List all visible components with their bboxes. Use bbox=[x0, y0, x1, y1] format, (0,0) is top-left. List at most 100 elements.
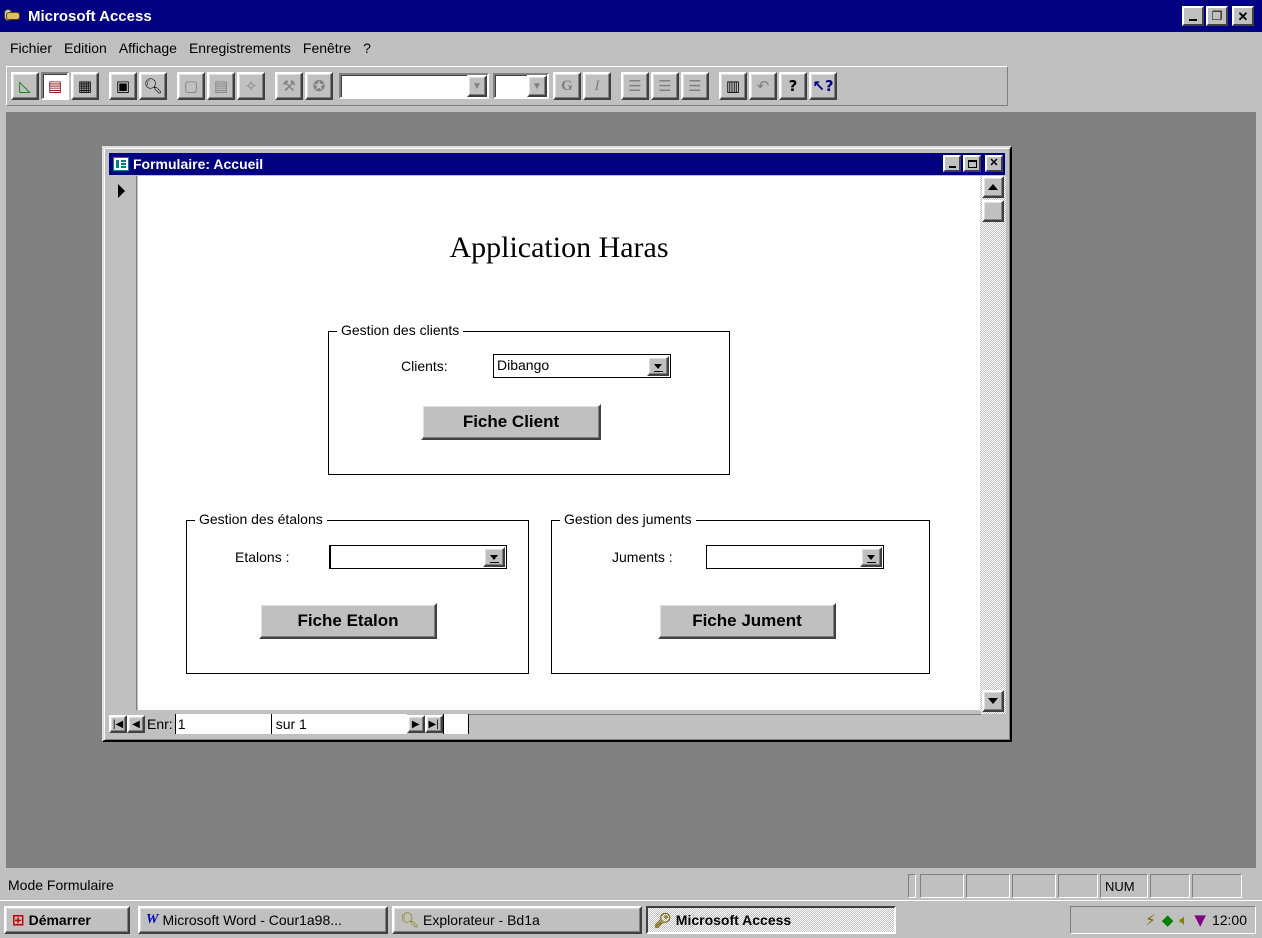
datasheet-view-icon[interactable]: ▦ bbox=[71, 72, 99, 100]
save-icon[interactable]: ▣ bbox=[109, 72, 137, 100]
dropdown-arrow-icon[interactable] bbox=[483, 547, 505, 567]
plug-icon[interactable]: ⚡ bbox=[1145, 911, 1156, 929]
status-indicator bbox=[1058, 874, 1098, 898]
italic-button[interactable]: I bbox=[583, 72, 611, 100]
num-lock-indicator: NUM bbox=[1100, 874, 1148, 898]
fiche-client-button[interactable]: Fiche Client bbox=[421, 404, 601, 440]
align-right-icon[interactable]: ☰ bbox=[681, 72, 709, 100]
maximize-icon[interactable] bbox=[963, 155, 981, 172]
taskbar-item-word[interactable]: W Microsoft Word - Cour1a98... bbox=[138, 906, 388, 934]
taskbar-item-label: Microsoft Access bbox=[675, 912, 792, 928]
status-indicator bbox=[1192, 874, 1242, 898]
align-center-icon[interactable]: ☰ bbox=[651, 72, 679, 100]
status-bar: Mode Formulaire NUM bbox=[0, 870, 1262, 900]
dropdown-arrow-icon[interactable] bbox=[860, 547, 882, 567]
minimize-icon[interactable] bbox=[1182, 6, 1204, 26]
clients-combo[interactable]: Dibango bbox=[493, 354, 671, 378]
vertical-scrollbar[interactable] bbox=[980, 176, 1006, 714]
juments-group: Gestion des juments Juments : Fiche Jume… bbox=[551, 511, 930, 674]
start-button[interactable]: ⊞ Démarrer bbox=[4, 906, 130, 934]
dropdown-arrow-icon[interactable] bbox=[647, 356, 669, 376]
record-selector[interactable] bbox=[109, 176, 137, 710]
speaker-icon[interactable]: 🔈︎ bbox=[1179, 911, 1188, 929]
font-size-combo[interactable]: ▼ bbox=[493, 73, 549, 99]
form-detail-section: Application Haras Gestion des clients Cl… bbox=[138, 176, 980, 710]
status-indicator bbox=[1012, 874, 1056, 898]
status-text: Mode Formulaire bbox=[8, 877, 114, 893]
last-record-icon[interactable]: ▶| bbox=[424, 715, 443, 733]
next-record-icon[interactable]: ▶ bbox=[406, 715, 425, 733]
bold-button[interactable]: G bbox=[553, 72, 581, 100]
form-title-bar[interactable]: Formulaire: Accueil ✕ bbox=[109, 153, 1005, 175]
build-icon[interactable]: ⚒ bbox=[275, 72, 303, 100]
toolbar: ◺ ▤ ▦ ▣ 🔍︎ ▢ ▤ ✧ ⚒ ✪ ▼ ▼ G I ☰ ☰ ☰ ▥ ↶ ?… bbox=[6, 66, 1008, 106]
word-icon: W bbox=[146, 912, 159, 927]
horizontal-scrollbar[interactable] bbox=[468, 714, 981, 734]
properties-icon[interactable]: ▢ bbox=[177, 72, 205, 100]
taskbar-item-access[interactable]: 🔑︎ Microsoft Access bbox=[646, 906, 896, 934]
menu-enregistrements[interactable]: Enregistrements bbox=[183, 40, 297, 56]
field-list-icon[interactable]: ▤ bbox=[207, 72, 235, 100]
clients-group-legend: Gestion des clients bbox=[337, 322, 464, 338]
first-record-icon[interactable]: |◀ bbox=[109, 715, 127, 733]
database-window-icon[interactable]: ▥ bbox=[719, 72, 747, 100]
align-left-icon[interactable]: ☰ bbox=[621, 72, 649, 100]
close-icon[interactable]: ✕ bbox=[985, 155, 1003, 172]
help-icon[interactable]: ? bbox=[779, 72, 807, 100]
system-tray: ⚡ ◆ 🔈︎ ▼ 12:00 bbox=[1070, 906, 1256, 934]
design-view-icon[interactable]: ◺ bbox=[11, 72, 39, 100]
close-icon[interactable]: ✕ bbox=[1232, 6, 1254, 26]
taskbar-item-explorer[interactable]: 🔍︎ Explorateur - Bd1a bbox=[392, 906, 642, 934]
network-icon[interactable]: ◆ bbox=[1162, 911, 1174, 929]
scroll-thumb[interactable] bbox=[982, 200, 1004, 222]
clients-combo-value: Dibango bbox=[497, 357, 550, 373]
fiche-etalon-button[interactable]: Fiche Etalon bbox=[259, 603, 437, 639]
form-view-icon[interactable]: ▤ bbox=[41, 72, 69, 100]
minimize-icon[interactable] bbox=[943, 155, 961, 172]
record-navigation-bar: |◀ ◀ Enr: 1 sur 1 ▶ ▶| bbox=[109, 712, 981, 736]
form-icon[interactable] bbox=[113, 157, 129, 171]
code-icon[interactable]: ✧ bbox=[237, 72, 265, 100]
record-number-value: 1 bbox=[177, 716, 186, 732]
clients-group: Gestion des clients Clients: Dibango Fic… bbox=[328, 322, 730, 475]
menu-edition[interactable]: Edition bbox=[58, 40, 113, 56]
etalons-combo[interactable] bbox=[329, 545, 507, 569]
start-label: Démarrer bbox=[28, 912, 91, 928]
juments-group-legend: Gestion des juments bbox=[560, 511, 696, 527]
new-record-field[interactable] bbox=[442, 714, 469, 734]
access-key-icon[interactable] bbox=[4, 6, 24, 26]
status-indicator bbox=[1150, 874, 1190, 898]
dropdown-arrow-icon[interactable]: ▼ bbox=[527, 75, 547, 97]
menu-fichier[interactable]: Fichier bbox=[4, 40, 58, 56]
etalons-group: Gestion des étalons Etalons : Fiche Etal… bbox=[186, 511, 529, 674]
menu-fenetre[interactable]: Fenêtre bbox=[297, 40, 357, 56]
dropdown-arrow-icon[interactable]: ▼ bbox=[467, 75, 487, 97]
wizard-icon[interactable]: ✪ bbox=[305, 72, 333, 100]
juments-combo[interactable] bbox=[706, 545, 884, 569]
page-title: Application Haras bbox=[449, 231, 669, 264]
app-title: Microsoft Access bbox=[28, 7, 152, 25]
previous-record-icon[interactable]: ◀ bbox=[127, 715, 145, 733]
scroll-down-icon[interactable] bbox=[982, 690, 1004, 712]
windows-logo-icon: ⊞ bbox=[12, 911, 25, 929]
app-title-bar[interactable]: Microsoft Access ❐ ✕ bbox=[0, 0, 1262, 32]
record-label: Enr: bbox=[147, 716, 173, 732]
print-preview-icon[interactable]: 🔍︎ bbox=[139, 72, 167, 100]
record-number-field[interactable]: 1 bbox=[174, 714, 271, 734]
form-window-title: Formulaire: Accueil bbox=[133, 156, 264, 172]
context-help-icon[interactable]: ↖? bbox=[809, 72, 837, 100]
etalons-label: Etalons : bbox=[235, 549, 290, 565]
antivirus-icon[interactable]: ▼ bbox=[1194, 911, 1206, 929]
status-indicator bbox=[908, 874, 916, 898]
fiche-jument-button[interactable]: Fiche Jument bbox=[658, 603, 836, 639]
explorer-icon: 🔍︎ bbox=[400, 911, 420, 929]
taskbar-item-label: Explorateur - Bd1a bbox=[423, 912, 540, 928]
font-name-combo[interactable]: ▼ bbox=[339, 73, 489, 99]
clock: 12:00 bbox=[1211, 912, 1247, 928]
restore-icon[interactable]: ❐ bbox=[1206, 6, 1228, 26]
menu-help[interactable]: ? bbox=[357, 40, 377, 56]
menu-affichage[interactable]: Affichage bbox=[113, 40, 183, 56]
scroll-up-icon[interactable] bbox=[982, 176, 1004, 198]
undo-icon[interactable]: ↶ bbox=[749, 72, 777, 100]
status-indicator bbox=[966, 874, 1010, 898]
